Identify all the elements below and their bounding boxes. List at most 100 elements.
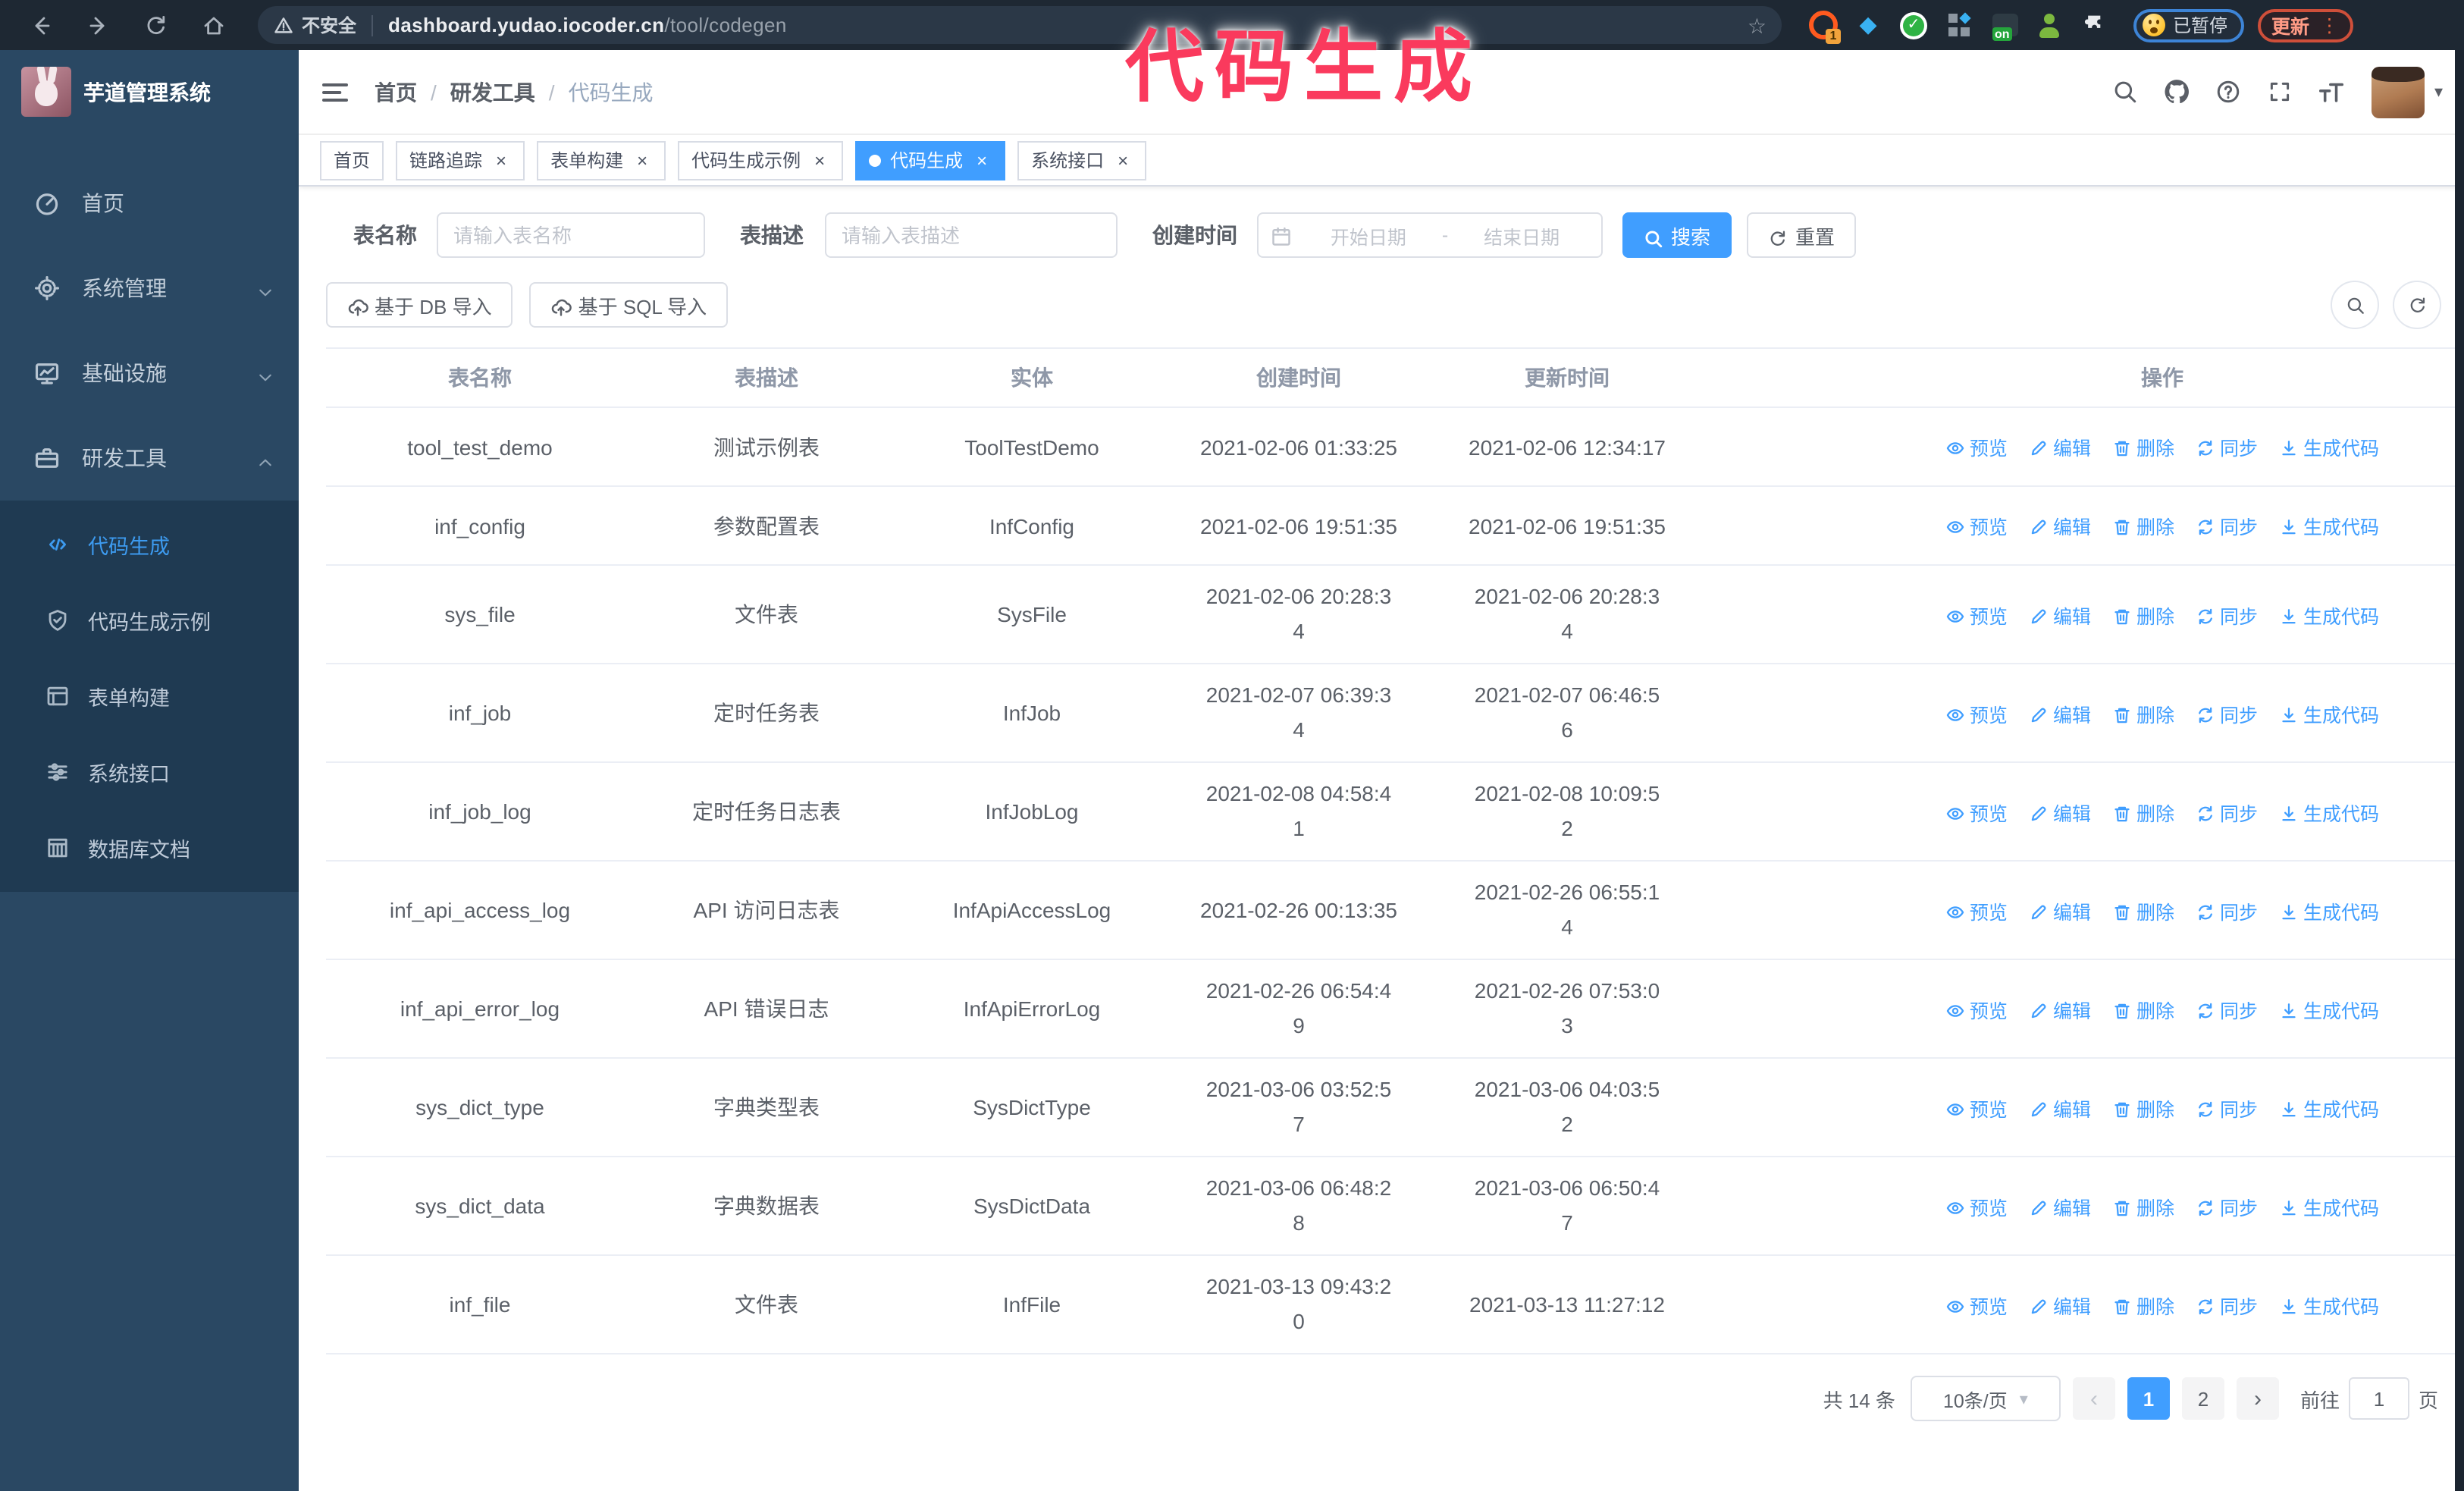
delete-action[interactable]: 删除 [2112, 1290, 2174, 1319]
generate-action[interactable]: 生成代码 [2279, 511, 2379, 540]
close-icon[interactable]: × [491, 150, 511, 170]
preview-action[interactable]: 预览 [1945, 994, 2008, 1023]
sync-action[interactable]: 同步 [2196, 994, 2258, 1023]
close-icon[interactable]: × [1113, 150, 1133, 170]
refresh-button[interactable] [2393, 281, 2441, 329]
generate-action[interactable]: 生成代码 [2279, 698, 2379, 727]
delete-action[interactable]: 删除 [2112, 896, 2174, 924]
fullscreen-icon[interactable] [2257, 69, 2303, 115]
delete-action[interactable]: 删除 [2112, 432, 2174, 461]
sidebar-item-codegen-example[interactable]: 代码生成示例 [0, 582, 299, 658]
table-name-input[interactable] [437, 212, 705, 258]
generate-action[interactable]: 生成代码 [2279, 797, 2379, 826]
sync-action[interactable]: 同步 [2196, 896, 2258, 924]
close-icon[interactable]: × [632, 150, 652, 170]
app-logo-row[interactable]: 芋道管理系统 [0, 50, 299, 133]
tab-form-builder[interactable]: 表单构建 × [537, 140, 666, 180]
reload-icon[interactable] [136, 5, 176, 45]
preview-action[interactable]: 预览 [1945, 600, 2008, 629]
tab-codegen[interactable]: 代码生成 × [855, 140, 1006, 180]
import-sql-button[interactable]: 基于 SQL 导入 [529, 282, 729, 328]
sidebar-item-db-doc[interactable]: 数据库文档 [0, 810, 299, 886]
delete-action[interactable]: 删除 [2112, 1191, 2174, 1220]
sync-action[interactable]: 同步 [2196, 797, 2258, 826]
extension-icon-1[interactable]: 1 [1807, 10, 1841, 43]
security-chip[interactable]: 不安全 [273, 12, 356, 38]
sync-action[interactable]: 同步 [2196, 511, 2258, 540]
search-button[interactable]: 搜索 [1622, 212, 1732, 258]
table-desc-input[interactable] [825, 212, 1118, 258]
caret-down-icon[interactable]: ▾ [2434, 82, 2443, 102]
preview-action[interactable]: 预览 [1945, 797, 2008, 826]
generate-action[interactable]: 生成代码 [2279, 896, 2379, 924]
tab-system-api[interactable]: 系统接口 × [1017, 140, 1147, 180]
generate-action[interactable]: 生成代码 [2279, 600, 2379, 629]
generate-action[interactable]: 生成代码 [2279, 994, 2379, 1023]
tab-home[interactable]: 首页 [320, 140, 384, 180]
edit-action[interactable]: 编辑 [2029, 896, 2091, 924]
help-icon[interactable] [2205, 69, 2251, 115]
preview-action[interactable]: 预览 [1945, 896, 2008, 924]
preview-action[interactable]: 预览 [1945, 1191, 2008, 1220]
sync-action[interactable]: 同步 [2196, 1191, 2258, 1220]
delete-action[interactable]: 删除 [2112, 698, 2174, 727]
delete-action[interactable]: 删除 [2112, 797, 2174, 826]
kebab-menu-icon[interactable]: ⋮ [2320, 14, 2339, 36]
breadcrumb-item[interactable]: 研发工具 [450, 77, 535, 107]
back-icon[interactable] [21, 5, 61, 45]
close-icon[interactable]: × [972, 150, 992, 170]
sidebar-item-home[interactable]: 首页 [0, 161, 299, 246]
date-start-placeholder[interactable]: 开始日期 [1301, 221, 1436, 250]
prev-page-button[interactable]: ‹ [2072, 1377, 2115, 1420]
font-size-icon[interactable] [2309, 69, 2354, 115]
update-button[interactable]: 更新 ⋮ [2258, 8, 2353, 42]
extension-icon-4[interactable] [1944, 10, 1974, 40]
preview-action[interactable]: 预览 [1945, 432, 2008, 461]
preview-action[interactable]: 预览 [1945, 1290, 2008, 1319]
sync-action[interactable]: 同步 [2196, 698, 2258, 727]
github-icon[interactable] [2154, 69, 2199, 115]
goto-page-input[interactable] [2348, 1377, 2409, 1420]
sidebar-item-system-api[interactable]: 系统接口 [0, 734, 299, 810]
url-bar[interactable]: 不安全 dashboard.yudao.iocoder.cn/tool/code… [258, 6, 1782, 44]
avatar[interactable] [2372, 66, 2425, 118]
sidebar-item-system-management[interactable]: 系统管理 [0, 246, 299, 331]
sidebar-item-infrastructure[interactable]: 基础设施 [0, 331, 299, 416]
reset-button[interactable]: 重置 [1747, 212, 1857, 258]
page-size-select[interactable]: 10条/页 ▾ [1910, 1376, 2061, 1421]
page-button-2[interactable]: 2 [2181, 1377, 2224, 1420]
tab-codegen-example[interactable]: 代码生成示例 × [678, 140, 844, 180]
edit-action[interactable]: 编辑 [2029, 698, 2091, 727]
generate-action[interactable]: 生成代码 [2279, 1093, 2379, 1122]
sync-action[interactable]: 同步 [2196, 432, 2258, 461]
next-page-button[interactable]: › [2236, 1377, 2279, 1420]
edit-action[interactable]: 编辑 [2029, 432, 2091, 461]
forward-icon[interactable] [79, 5, 118, 45]
edit-action[interactable]: 编辑 [2029, 797, 2091, 826]
toggle-search-button[interactable] [2331, 281, 2379, 329]
edit-action[interactable]: 编辑 [2029, 600, 2091, 629]
edit-action[interactable]: 编辑 [2029, 1290, 2091, 1319]
extension-icon-2[interactable]: ◆ [1853, 10, 1883, 40]
hamburger-icon[interactable] [320, 77, 350, 107]
generate-action[interactable]: 生成代码 [2279, 1191, 2379, 1220]
sync-action[interactable]: 同步 [2196, 1290, 2258, 1319]
date-end-placeholder[interactable]: 结束日期 [1454, 221, 1589, 250]
generate-action[interactable]: 生成代码 [2279, 1290, 2379, 1319]
puzzle-icon[interactable] [2080, 10, 2111, 40]
close-icon[interactable]: × [810, 150, 829, 170]
sidebar-item-codegen[interactable]: 代码生成 [0, 507, 299, 582]
preview-action[interactable]: 预览 [1945, 511, 2008, 540]
delete-action[interactable]: 删除 [2112, 994, 2174, 1023]
bookmark-star-icon[interactable]: ☆ [1748, 14, 1766, 36]
preview-action[interactable]: 预览 [1945, 1093, 2008, 1122]
delete-action[interactable]: 删除 [2112, 511, 2174, 540]
edit-action[interactable]: 编辑 [2029, 994, 2091, 1023]
sidebar-item-dev-tools[interactable]: 研发工具 [0, 416, 299, 501]
delete-action[interactable]: 删除 [2112, 1093, 2174, 1122]
date-range-picker[interactable]: 开始日期 - 结束日期 [1257, 212, 1603, 258]
import-db-button[interactable]: 基于 DB 导入 [326, 282, 513, 328]
edit-action[interactable]: 编辑 [2029, 1093, 2091, 1122]
edit-action[interactable]: 编辑 [2029, 1191, 2091, 1220]
home-icon[interactable] [194, 5, 234, 45]
